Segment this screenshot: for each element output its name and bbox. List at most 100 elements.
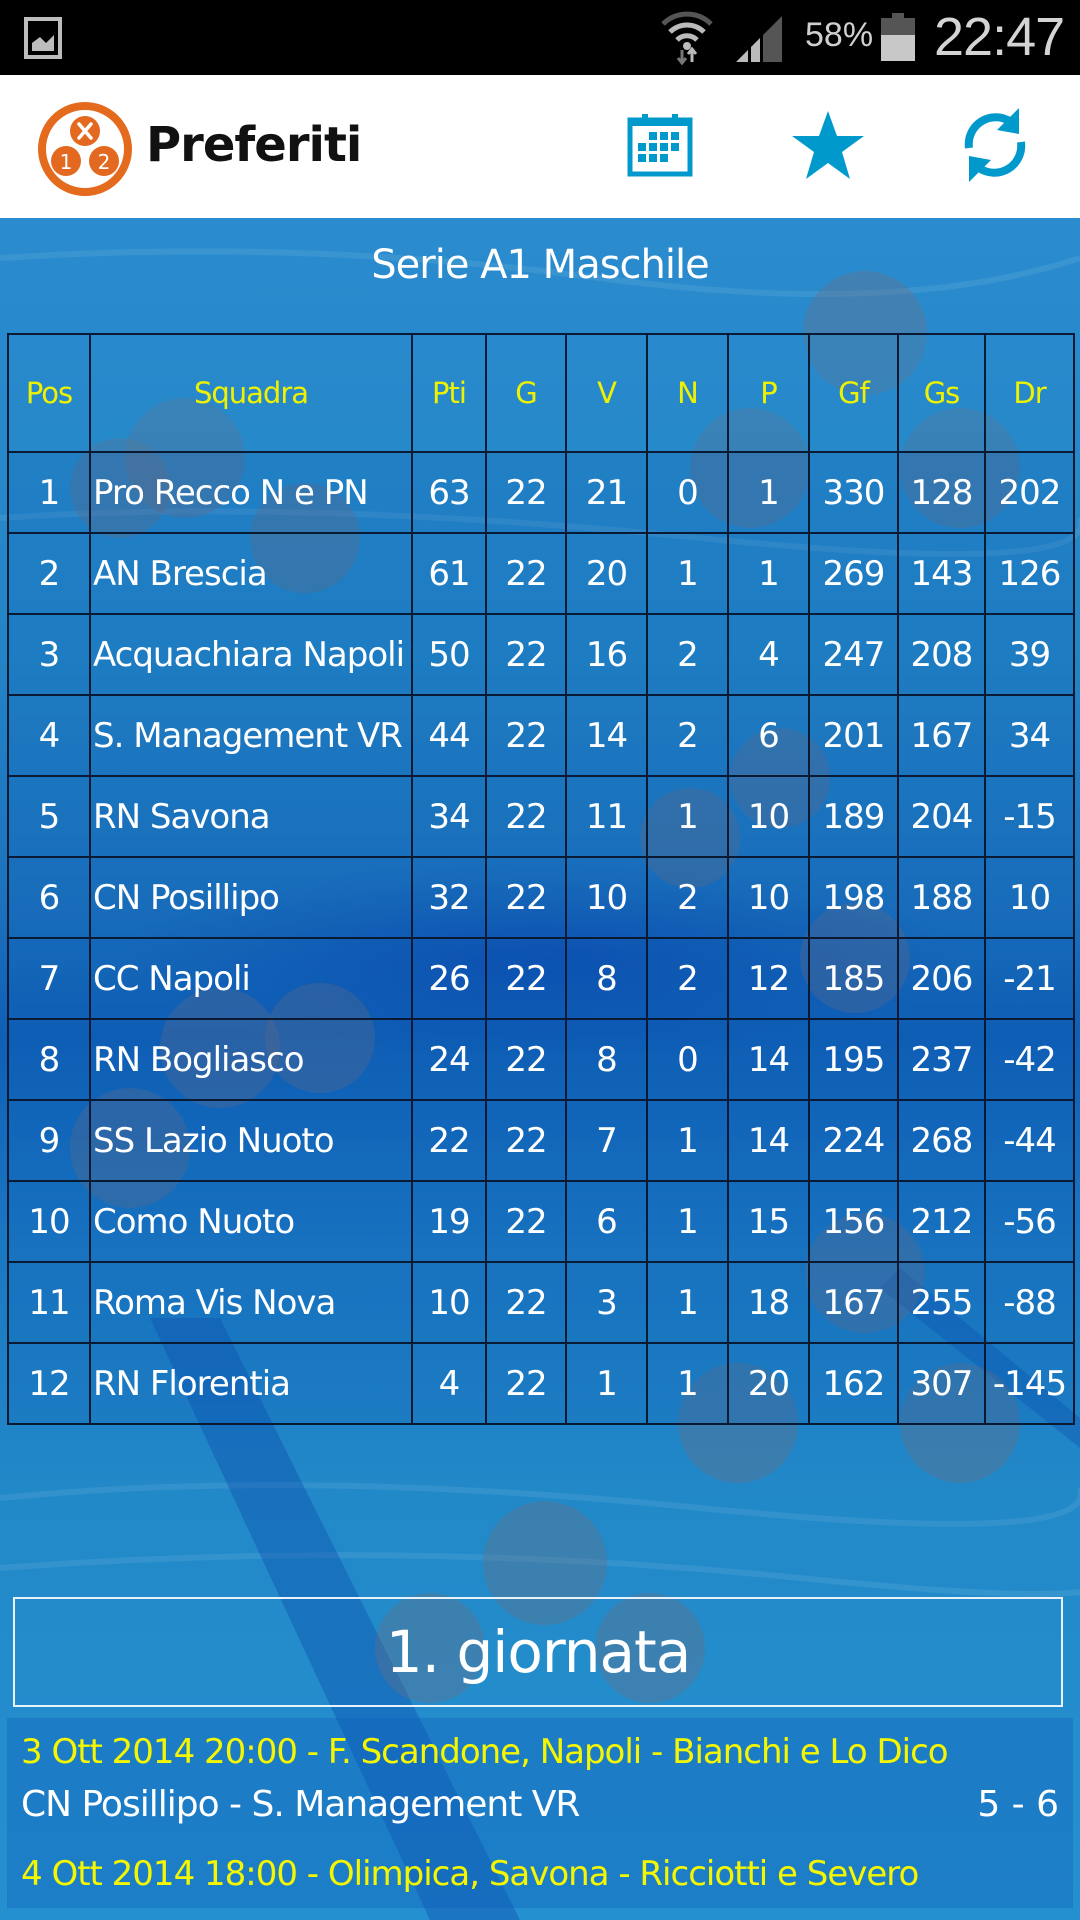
cell-drawn: 1 bbox=[646, 1261, 729, 1344]
table-row[interactable]: 10 Como Nuoto 19 22 6 1 15 156 212 -56 bbox=[7, 1180, 1075, 1263]
cell-won: 16 bbox=[565, 613, 648, 696]
cell-points: 61 bbox=[411, 532, 487, 615]
cell-goal-diff: -44 bbox=[984, 1099, 1075, 1182]
cell-pos: 11 bbox=[7, 1261, 91, 1344]
table-row[interactable]: 9 SS Lazio Nuoto 22 22 7 1 14 224 268 -44 bbox=[7, 1099, 1075, 1182]
column-header-n[interactable]: N bbox=[646, 333, 729, 453]
cell-team: Pro Recco N e PN bbox=[89, 451, 413, 534]
cell-pos: 1 bbox=[7, 451, 91, 534]
signal-icon bbox=[736, 16, 782, 62]
calendar-button[interactable] bbox=[620, 105, 700, 185]
cell-lost: 10 bbox=[727, 856, 810, 939]
column-header-g[interactable]: G bbox=[485, 333, 567, 453]
cell-won: 8 bbox=[565, 937, 648, 1020]
cell-points: 34 bbox=[411, 775, 487, 858]
cell-points: 22 bbox=[411, 1099, 487, 1182]
cell-lost: 1 bbox=[727, 532, 810, 615]
cell-drawn: 1 bbox=[646, 775, 729, 858]
table-header-row: Pos Squadra Pti G V N P Gf Gs Dr bbox=[7, 333, 1075, 453]
column-header-squadra[interactable]: Squadra bbox=[89, 333, 413, 453]
gallery-notification-icon bbox=[24, 17, 62, 59]
table-row[interactable]: 2 AN Brescia 61 22 20 1 1 269 143 126 bbox=[7, 532, 1075, 615]
cell-played: 22 bbox=[485, 1099, 567, 1182]
cell-goal-diff: 34 bbox=[984, 694, 1075, 777]
table-row[interactable]: 4 S. Management VR 44 22 14 2 6 201 167 34 bbox=[7, 694, 1075, 777]
cell-won: 20 bbox=[565, 532, 648, 615]
cell-won: 14 bbox=[565, 694, 648, 777]
cell-points: 24 bbox=[411, 1018, 487, 1101]
table-row[interactable]: 1 Pro Recco N e PN 63 22 21 0 1 330 128 202 bbox=[7, 451, 1075, 534]
cell-won: 10 bbox=[565, 856, 648, 939]
cell-points: 44 bbox=[411, 694, 487, 777]
table-row[interactable]: 6 CN Posillipo 32 22 10 2 10 198 188 10 bbox=[7, 856, 1075, 939]
cell-goal-diff: -88 bbox=[984, 1261, 1075, 1344]
cell-goal-diff: -21 bbox=[984, 937, 1075, 1020]
table-row[interactable]: 8 RN Bogliasco 24 22 8 0 14 195 237 -42 bbox=[7, 1018, 1075, 1101]
cell-won: 3 bbox=[565, 1261, 648, 1344]
calendar-icon bbox=[627, 114, 693, 177]
cell-team: RN Florentia bbox=[89, 1342, 413, 1425]
match-teams[interactable]: CN Posillipo - S. Management VR bbox=[21, 1784, 580, 1825]
cell-points: 4 bbox=[411, 1342, 487, 1425]
cell-team: RN Bogliasco bbox=[89, 1018, 413, 1101]
cell-goals-for: 195 bbox=[808, 1018, 899, 1101]
table-row[interactable]: 11 Roma Vis Nova 10 22 3 1 18 167 255 -88 bbox=[7, 1261, 1075, 1344]
cell-team: Como Nuoto bbox=[89, 1180, 413, 1263]
cell-played: 22 bbox=[485, 1342, 567, 1425]
column-header-pos[interactable]: Pos bbox=[7, 333, 91, 453]
cell-lost: 6 bbox=[727, 694, 810, 777]
cell-lost: 15 bbox=[727, 1180, 810, 1263]
cell-goal-diff: 202 bbox=[984, 451, 1075, 534]
cell-team: AN Brescia bbox=[89, 532, 413, 615]
refresh-button[interactable] bbox=[955, 105, 1035, 185]
cell-played: 22 bbox=[485, 1018, 567, 1101]
battery-icon bbox=[881, 13, 915, 61]
cell-goals-for: 167 bbox=[808, 1261, 899, 1344]
cell-goals-against: 128 bbox=[897, 451, 986, 534]
cell-points: 50 bbox=[411, 613, 487, 696]
svg-text:2: 2 bbox=[98, 150, 111, 174]
match-score: 5 - 6 bbox=[977, 1784, 1059, 1825]
star-icon bbox=[792, 111, 864, 179]
cell-lost: 12 bbox=[727, 937, 810, 1020]
cell-goals-against: 212 bbox=[897, 1180, 986, 1263]
table-row[interactable]: 5 RN Savona 34 22 11 1 10 189 204 -15 bbox=[7, 775, 1075, 858]
standings-table: Pos Squadra Pti G V N P Gf Gs Dr 1 Pro Re… bbox=[7, 333, 1075, 1425]
cell-played: 22 bbox=[485, 694, 567, 777]
svg-text:1: 1 bbox=[60, 150, 73, 174]
cell-won: 21 bbox=[565, 451, 648, 534]
cell-pos: 3 bbox=[7, 613, 91, 696]
cell-team: RN Savona bbox=[89, 775, 413, 858]
column-header-v[interactable]: V bbox=[565, 333, 648, 453]
column-header-dr[interactable]: Dr bbox=[984, 333, 1075, 453]
cell-goals-against: 255 bbox=[897, 1261, 986, 1344]
column-header-p[interactable]: P bbox=[727, 333, 810, 453]
cell-goals-for: 201 bbox=[808, 694, 899, 777]
column-header-gs[interactable]: Gs bbox=[897, 333, 986, 453]
app-logo-icon[interactable]: 1 2 bbox=[37, 101, 133, 197]
column-header-pti[interactable]: Pti bbox=[411, 333, 487, 453]
cell-points: 19 bbox=[411, 1180, 487, 1263]
cell-goals-for: 198 bbox=[808, 856, 899, 939]
cell-played: 22 bbox=[485, 937, 567, 1020]
table-row[interactable]: 3 Acquachiara Napoli 50 22 16 2 4 247 208 39 bbox=[7, 613, 1075, 696]
cell-team: CN Posillipo bbox=[89, 856, 413, 939]
match-list[interactable]: 3 Ott 2014 20:00 - F. Scandone, Napoli -… bbox=[7, 1718, 1073, 1908]
cell-points: 26 bbox=[411, 937, 487, 1020]
content-area[interactable]: Serie A1 Maschile Pos Squadra Pti G V N … bbox=[0, 218, 1080, 1920]
round-header[interactable]: 1. giornata bbox=[13, 1597, 1063, 1707]
cell-played: 22 bbox=[485, 1180, 567, 1263]
favorites-button[interactable] bbox=[788, 105, 868, 185]
cell-played: 22 bbox=[485, 451, 567, 534]
cell-pos: 7 bbox=[7, 937, 91, 1020]
cell-goal-diff: -15 bbox=[984, 775, 1075, 858]
column-header-gf[interactable]: Gf bbox=[808, 333, 899, 453]
cell-won: 1 bbox=[565, 1342, 648, 1425]
cell-goals-for: 224 bbox=[808, 1099, 899, 1182]
table-row[interactable]: 12 RN Florentia 4 22 1 1 20 162 307 -145 bbox=[7, 1342, 1075, 1425]
cell-lost: 4 bbox=[727, 613, 810, 696]
table-row[interactable]: 7 CC Napoli 26 22 8 2 12 185 206 -21 bbox=[7, 937, 1075, 1020]
cell-goals-against: 268 bbox=[897, 1099, 986, 1182]
cell-pos: 4 bbox=[7, 694, 91, 777]
cell-drawn: 0 bbox=[646, 451, 729, 534]
